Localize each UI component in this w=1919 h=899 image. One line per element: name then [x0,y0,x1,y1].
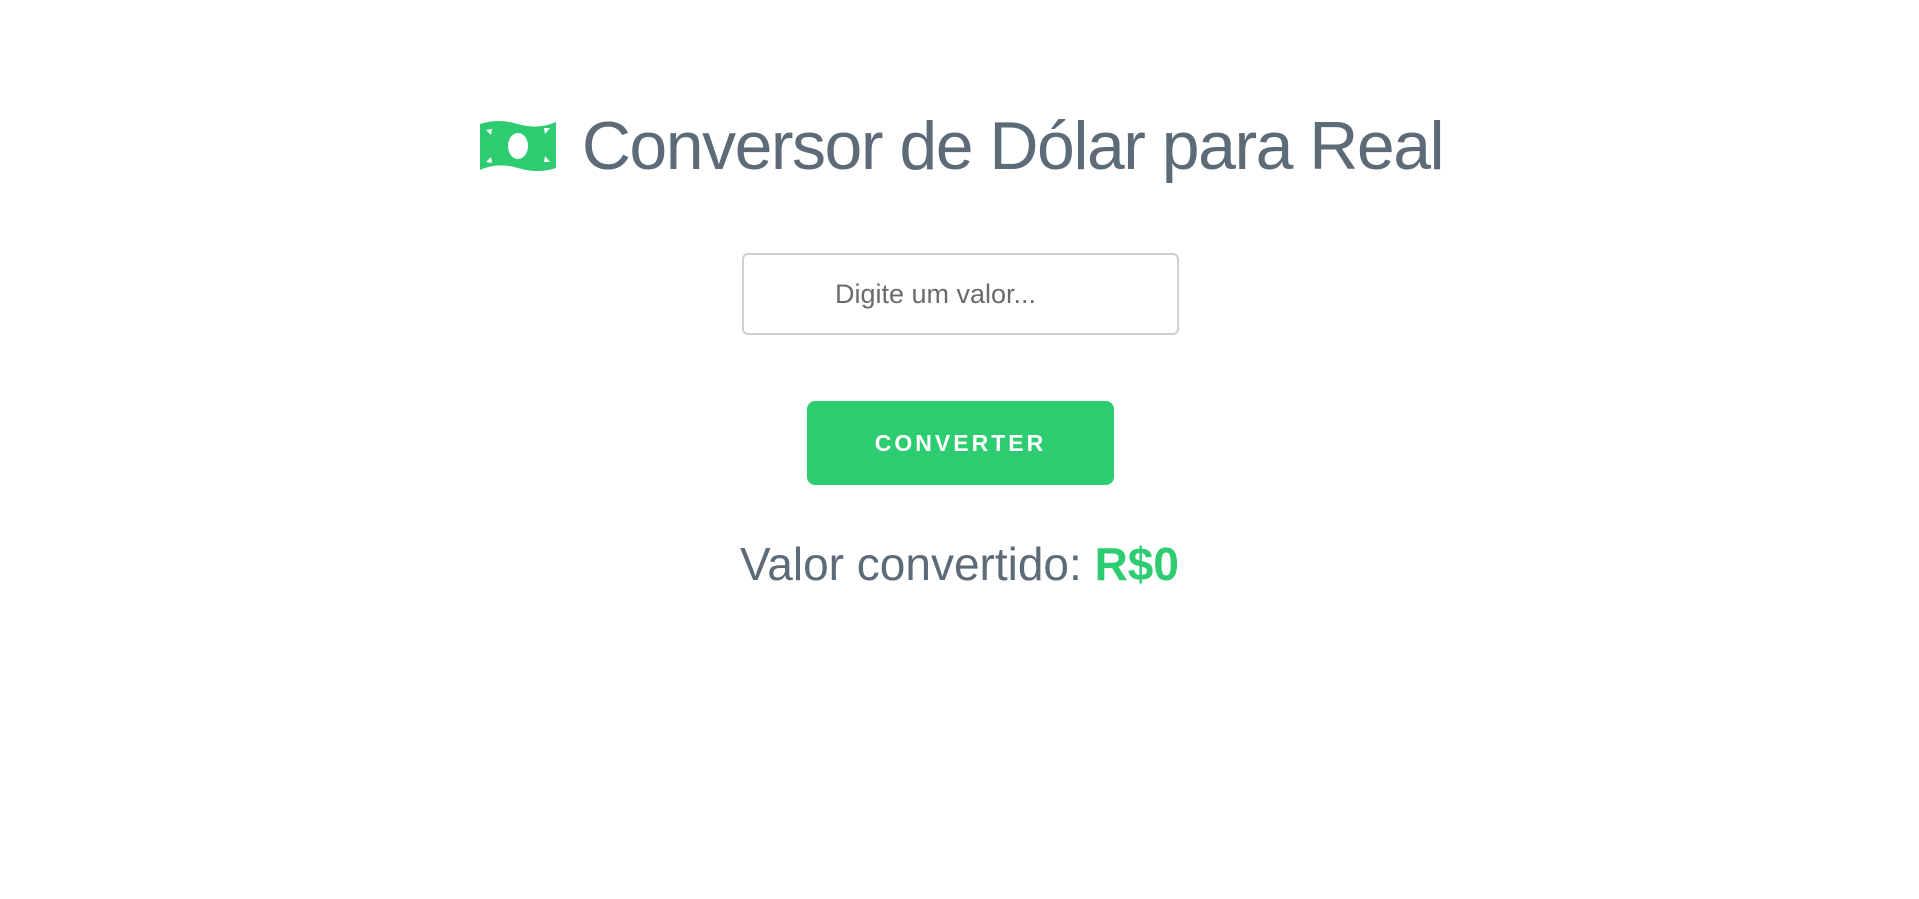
result-line: Valor convertido: R$0 [0,537,1919,591]
result-label: Valor convertido: [740,538,1095,590]
header: Conversor de Dólar para Real [0,103,1919,189]
convert-button[interactable]: CONVERTER [807,401,1114,485]
result-value: R$0 [1094,538,1179,590]
page-title: Conversor de Dólar para Real [581,108,1445,184]
amount-input[interactable] [742,253,1179,335]
money-bill-icon [476,116,560,176]
converter-app: Conversor de Dólar para Real CONVERTER V… [0,0,1919,899]
